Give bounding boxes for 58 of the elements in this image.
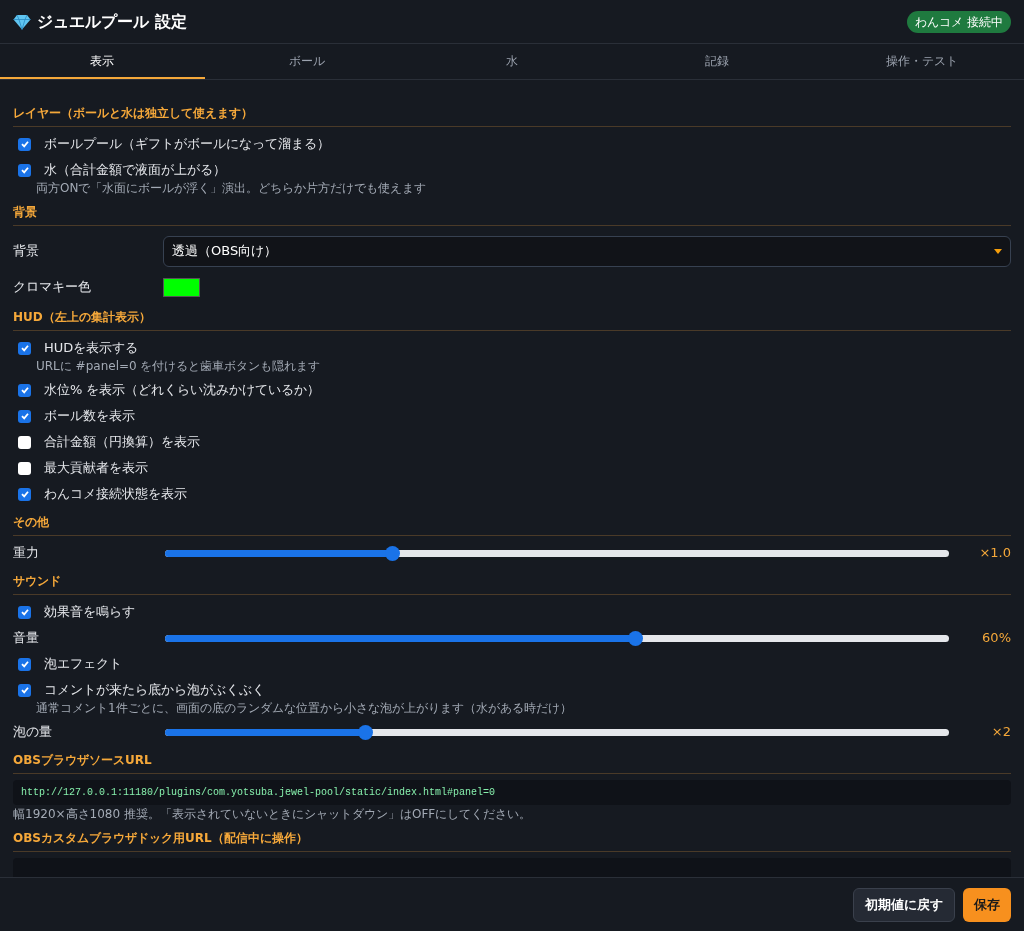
tab[interactable]: 記録 [614, 44, 820, 79]
tab[interactable]: 表示 [0, 44, 205, 79]
checkbox-label: わんコメ接続状態を表示 [44, 485, 187, 504]
caret-icon [994, 248, 1002, 254]
hint-text: 両方ONで「水面にボールが浮く」演出。どちらか片方だけでも使えます [35, 180, 428, 197]
checkbox[interactable] [18, 137, 31, 151]
slider-thumb[interactable] [628, 630, 644, 646]
field-label: クロマキー色 [13, 278, 92, 297]
checkbox-label: 泡エフェクト [44, 655, 122, 674]
checkbox-label: 合計金額（円換算）を表示 [44, 433, 200, 452]
checkbox-label: HUDを表示する [44, 339, 139, 358]
checkbox[interactable] [18, 435, 31, 449]
window-title: ジュエルプール 設定 [37, 10, 187, 33]
slider-value: 60% [981, 629, 1011, 648]
tab[interactable]: ボール [204, 44, 410, 79]
section-heading: その他 [13, 513, 1011, 536]
connection-status-badge: わんコメ 接続中 [907, 10, 1011, 33]
slider-value: ×1.0 [978, 544, 1011, 563]
checkbox[interactable] [18, 341, 31, 355]
gem-icon [13, 13, 31, 30]
slider-thumb[interactable] [357, 724, 373, 740]
tab[interactable]: 操作・テスト [819, 44, 1024, 79]
section-heading: HUD（左上の集計表示） [13, 308, 1011, 331]
checkbox-label: ボールプール（ギフトがボールになって溜まる） [44, 135, 330, 154]
checkbox[interactable] [18, 605, 31, 619]
section-heading: レイヤー（ボールと水は独立して使えます） [13, 104, 1011, 127]
slider-thumb[interactable] [385, 545, 401, 561]
background-select[interactable]: 透過（OBS向け） [163, 235, 1011, 267]
slider-label: 泡の量 [13, 723, 53, 742]
slider-value: ×2 [990, 723, 1011, 742]
checkbox[interactable] [18, 163, 31, 177]
field-label: 背景 [13, 242, 40, 261]
section-heading: サウンド [13, 572, 1011, 595]
hint-text: 通常コメント1件ごとに、画面の底のランダムな位置から小さな泡が上がります（水がある時だけ） [35, 700, 573, 717]
checkbox[interactable] [18, 487, 31, 501]
checkbox[interactable] [18, 409, 31, 423]
checkbox[interactable] [18, 657, 31, 671]
checkbox[interactable] [18, 383, 31, 397]
checkbox[interactable] [18, 461, 31, 475]
reset-button[interactable]: 初期値に戻す [853, 887, 955, 922]
color-swatch[interactable] [163, 277, 200, 297]
tab[interactable]: 水 [409, 44, 615, 79]
checkbox-label: 水位% を表示（どれくらい沈みかけているか） [44, 381, 321, 400]
checkbox-label: 水（合計金額で液面が上がる） [44, 161, 226, 180]
section-heading: 背景 [13, 203, 1011, 226]
note-text: 幅1920×高さ1080 推奨。「表示されていないときにシャットダウン」はOFFにしてください。 [13, 806, 533, 823]
section-heading: OBSブラウザソースURL [13, 751, 1011, 774]
checkbox-label: 効果音を鳴らす [44, 603, 135, 622]
section-heading: OBSカスタムブラウザドック用URL（配信中に操作） [13, 829, 1011, 852]
url-code: http://127.0.0.1:11180/plugins/com.yotsuba.jewel-pool/static/index.html#panel=0 [13, 780, 1011, 805]
checkbox-label: ボール数を表示 [44, 407, 135, 426]
checkbox-label: 最大貢献者を表示 [44, 459, 148, 478]
checkbox-label: コメントが来たら底から泡がぶくぶく [44, 681, 265, 700]
slider-label: 音量 [13, 629, 40, 648]
slider-label: 重力 [13, 544, 40, 563]
save-button[interactable]: 保存 [963, 887, 1011, 922]
checkbox[interactable] [18, 683, 31, 697]
hint-text: URLに #panel=0 を付けると歯車ボタンも隠れます [35, 358, 322, 375]
